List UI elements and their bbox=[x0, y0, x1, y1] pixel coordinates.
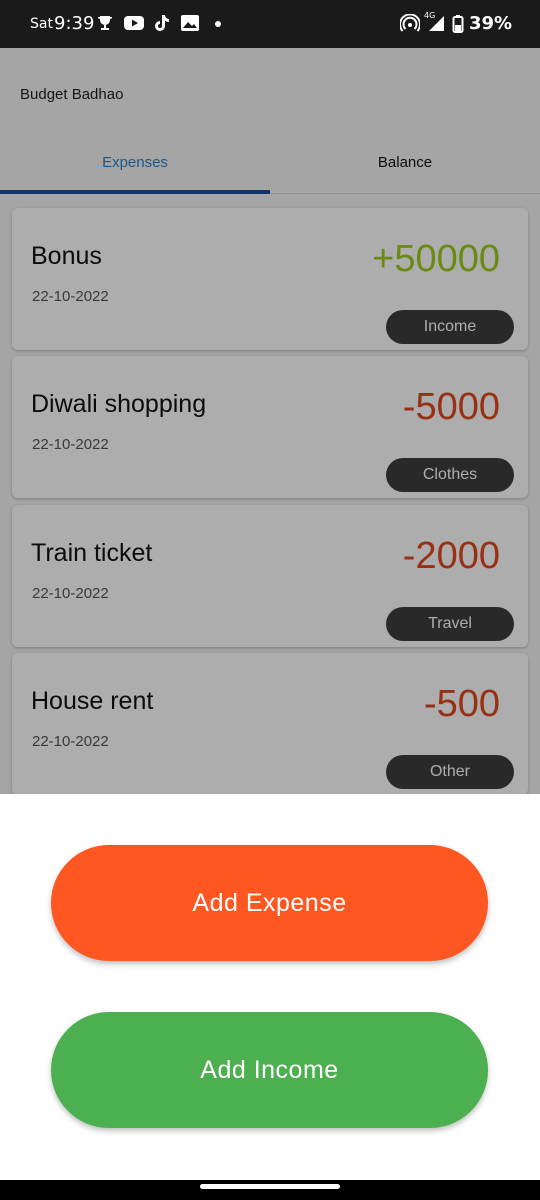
gallery-icon bbox=[180, 14, 200, 37]
battery-percentage: 39% bbox=[469, 13, 513, 34]
signal-icon bbox=[427, 14, 445, 37]
battery-icon bbox=[452, 14, 464, 39]
system-navigation-bar bbox=[0, 1180, 540, 1200]
youtube-icon bbox=[123, 14, 145, 37]
add-expense-button[interactable]: Add Expense bbox=[51, 845, 488, 961]
status-bar: Sat 9:39 4G 39% bbox=[0, 0, 540, 48]
home-gesture-handle[interactable] bbox=[200, 1184, 340, 1189]
status-time: 9:39 bbox=[54, 13, 95, 34]
add-income-button[interactable]: Add Income bbox=[51, 1012, 488, 1128]
app-screen: Sat 9:39 4G 39% Budget Badhao Expenses B… bbox=[0, 0, 540, 1200]
dot-icon bbox=[214, 14, 222, 37]
add-transaction-sheet: Add Expense Add Income bbox=[0, 794, 540, 1180]
status-day: Sat bbox=[30, 16, 53, 32]
hotspot-icon bbox=[399, 13, 421, 37]
modal-scrim[interactable] bbox=[0, 48, 540, 794]
tiktok-icon bbox=[154, 14, 170, 37]
trophy-icon bbox=[96, 14, 114, 37]
